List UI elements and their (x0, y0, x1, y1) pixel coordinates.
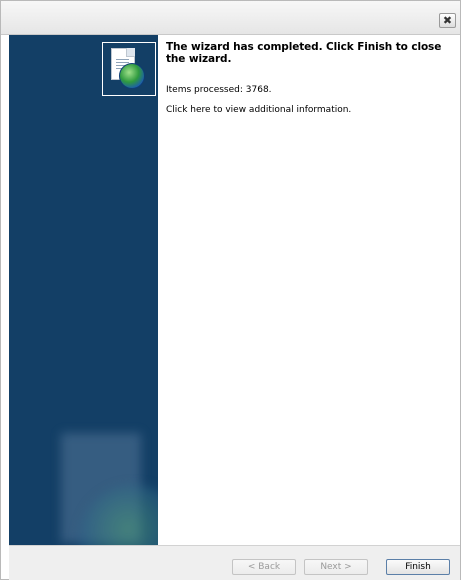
next-button[interactable]: Next > (304, 559, 368, 575)
items-processed-text: Items processed: 3768. (166, 85, 272, 95)
button-bar: < Back Next > Finish (9, 545, 460, 580)
completion-heading: The wizard has completed. Click Finish t… (166, 41, 442, 65)
sidebar-banner (9, 35, 158, 545)
wizard-window: ✖ The wizard has completed. Click Finish… (0, 0, 461, 580)
globe-icon (119, 63, 145, 89)
document-globe-icon (102, 42, 156, 96)
additional-info-link[interactable]: Click here to view additional informatio… (166, 104, 456, 116)
close-icon: ✖ (442, 14, 453, 27)
back-button[interactable]: < Back (232, 559, 296, 575)
title-bar: ✖ (1, 1, 460, 35)
main-content: The wizard has completed. Click Finish t… (166, 41, 456, 116)
finish-button[interactable]: Finish (386, 559, 450, 575)
close-button[interactable]: ✖ (439, 13, 456, 28)
